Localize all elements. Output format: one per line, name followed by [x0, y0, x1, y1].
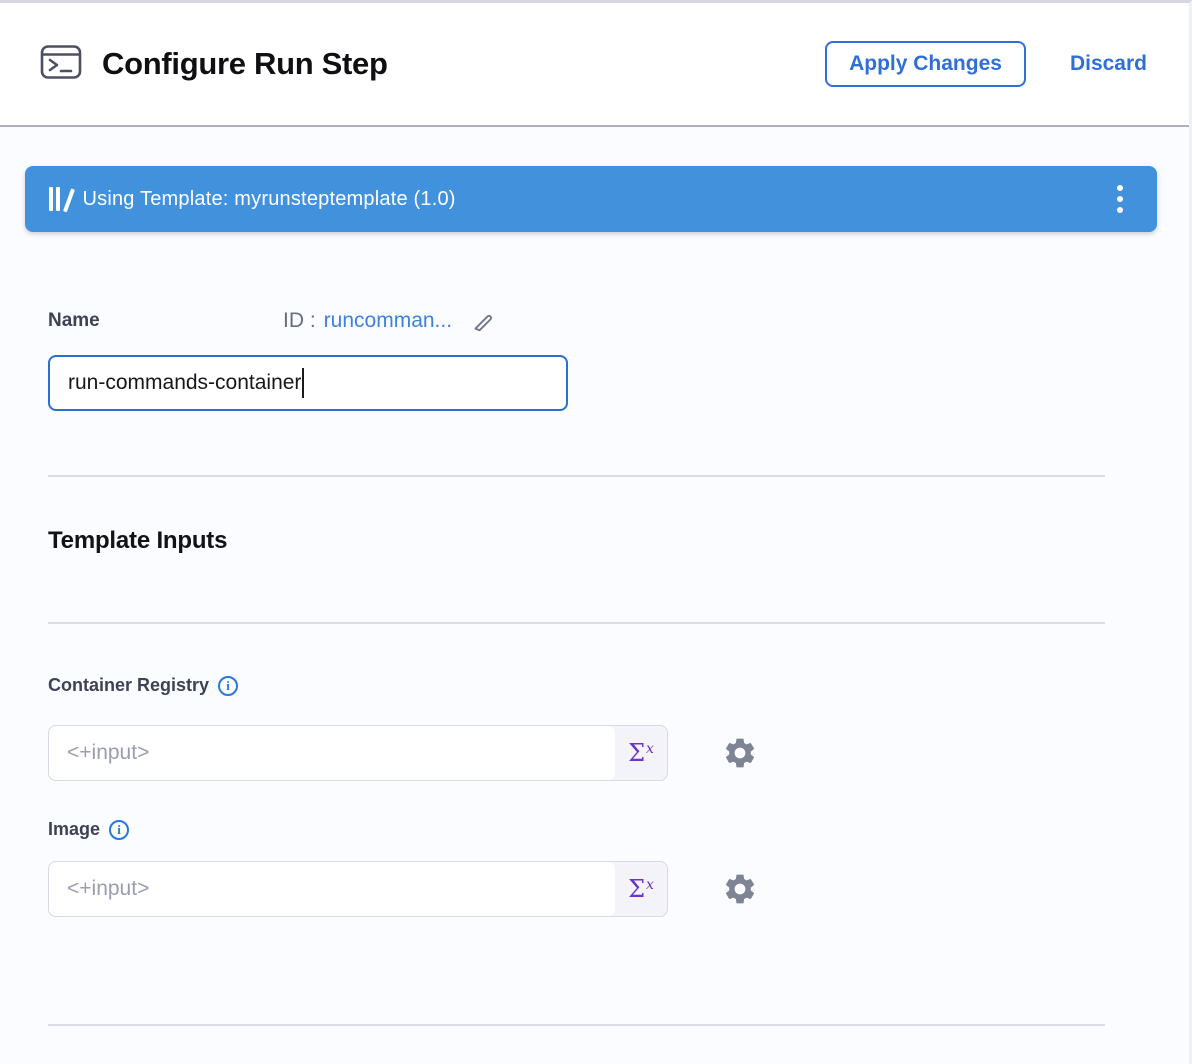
id-prefix-label: ID :: [283, 309, 316, 333]
divider: [48, 1024, 1105, 1026]
title-group: Configure Run Step: [40, 44, 388, 85]
discard-link[interactable]: Discard: [1070, 52, 1147, 76]
image-label: Image: [48, 819, 100, 840]
input-placeholder: <+input>: [67, 877, 149, 901]
template-library-icon: [49, 187, 67, 211]
step-id-row: ID : runcomman...: [283, 308, 496, 334]
input-placeholder: <+input>: [67, 741, 149, 765]
apply-changes-button[interactable]: Apply Changes: [825, 41, 1026, 87]
container-registry-input-field[interactable]: <+input>: [49, 726, 615, 780]
using-template-text: Using Template: myrunsteptemplate (1.0): [83, 188, 456, 211]
info-icon[interactable]: i: [218, 676, 238, 696]
name-input[interactable]: run-commands-container: [48, 355, 568, 411]
container-registry-label-row: Container Registry i: [48, 675, 238, 696]
name-label: Name: [48, 310, 100, 332]
page-title: Configure Run Step: [102, 46, 388, 82]
image-settings-gear-icon[interactable]: [721, 870, 759, 908]
id-value-link[interactable]: runcomman...: [324, 309, 452, 333]
info-icon[interactable]: i: [109, 820, 129, 840]
container-registry-input: <+input> Σx: [48, 725, 668, 781]
edit-id-pencil-icon[interactable]: [470, 308, 496, 334]
runtime-input-type-button[interactable]: Σx: [615, 726, 667, 780]
image-input: <+input> Σx: [48, 861, 668, 917]
image-label-row: Image i: [48, 819, 129, 840]
runtime-input-type-button[interactable]: Σx: [615, 862, 667, 916]
using-template-banner: Using Template: myrunsteptemplate (1.0): [25, 166, 1157, 232]
container-registry-settings-gear-icon[interactable]: [721, 734, 759, 772]
template-inputs-heading: Template Inputs: [48, 527, 227, 555]
text-caret: [302, 368, 304, 398]
name-input-value: run-commands-container: [68, 371, 301, 395]
terminal-icon: [40, 44, 82, 85]
configure-run-step-panel: Configure Run Step Apply Changes Discard…: [0, 0, 1192, 1064]
divider: [48, 622, 1105, 624]
template-options-menu-icon[interactable]: [1107, 179, 1133, 219]
image-input-field[interactable]: <+input>: [49, 862, 615, 916]
panel-header: Configure Run Step Apply Changes Discard: [0, 3, 1189, 127]
divider: [48, 475, 1105, 477]
container-registry-label: Container Registry: [48, 675, 209, 696]
